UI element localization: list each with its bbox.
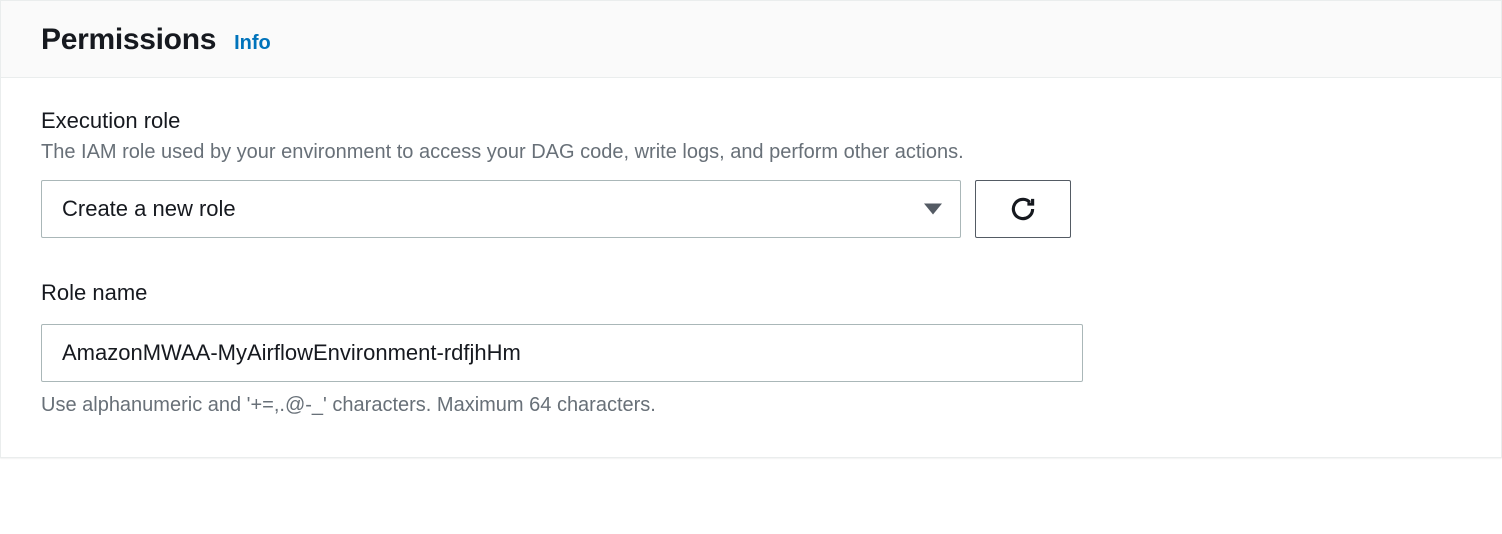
panel-body: Execution role The IAM role used by your… <box>1 78 1501 457</box>
execution-role-field: Execution role The IAM role used by your… <box>41 108 1461 238</box>
execution-role-label: Execution role <box>41 108 1461 134</box>
info-link[interactable]: Info <box>234 32 271 55</box>
role-name-hint: Use alphanumeric and '+=,.@-_' character… <box>41 394 1461 417</box>
execution-role-select[interactable]: Create a new role <box>41 180 961 238</box>
refresh-icon <box>1009 195 1037 223</box>
execution-role-row: Create a new role <box>41 180 1461 238</box>
panel-header: Permissions Info <box>1 1 1501 78</box>
panel-title: Permissions <box>41 23 216 57</box>
permissions-panel: Permissions Info Execution role The IAM … <box>0 0 1502 458</box>
execution-role-description: The IAM role used by your environment to… <box>41 138 1461 166</box>
caret-down-icon <box>924 204 942 215</box>
role-name-label: Role name <box>41 280 1461 306</box>
role-name-field: Role name Use alphanumeric and '+=,.@-_'… <box>41 280 1461 417</box>
refresh-button[interactable] <box>975 180 1071 238</box>
role-name-input[interactable] <box>41 324 1083 382</box>
execution-role-selected-value: Create a new role <box>62 196 236 222</box>
